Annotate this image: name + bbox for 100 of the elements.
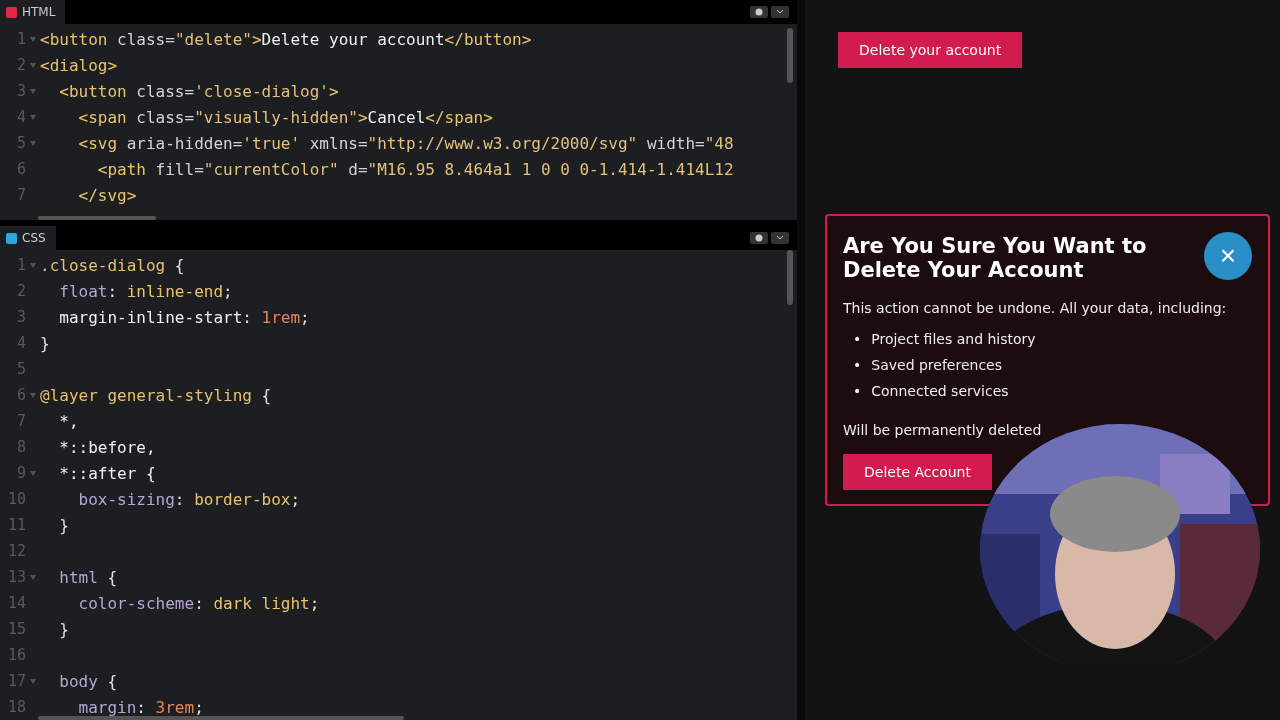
chevron-down-icon[interactable] xyxy=(771,232,789,244)
code-token: "http://www.w3.org/2000/svg" xyxy=(367,133,638,153)
dialog-title: Are You Sure You Want to Delete Your Account xyxy=(843,234,1148,282)
code-token: { xyxy=(106,567,118,587)
code-token: : xyxy=(174,489,186,509)
fold-arrow-icon[interactable] xyxy=(30,470,36,476)
code-token: 1rem xyxy=(261,307,301,327)
bullet-icon: • xyxy=(853,330,862,348)
fold-arrow-icon[interactable] xyxy=(30,114,36,120)
fold-arrow-icon[interactable] xyxy=(30,140,36,146)
list-item: Saved preferences xyxy=(871,356,1002,374)
scrollbar[interactable] xyxy=(787,28,793,83)
code-token: class= xyxy=(135,107,195,127)
code-token: "48 xyxy=(704,133,734,153)
line-number: 17 xyxy=(6,672,26,690)
line-number: 4 xyxy=(15,334,26,352)
fold-arrow-icon[interactable] xyxy=(30,392,36,398)
code-token: { xyxy=(173,255,185,275)
line-number: 1 xyxy=(15,30,26,48)
code-token: </span> xyxy=(425,107,493,127)
code-token: 'close-dialog' xyxy=(194,81,329,101)
line-number: 5 xyxy=(15,134,26,152)
code-token: d= xyxy=(347,159,368,179)
code-token: Delete your account xyxy=(261,29,445,49)
scrollbar[interactable] xyxy=(787,250,793,305)
code-token: } xyxy=(40,333,50,353)
code-token: ; xyxy=(300,307,310,327)
code-token: ; xyxy=(223,281,233,301)
code-token: margin xyxy=(77,697,137,717)
line-number: 6 xyxy=(15,386,26,404)
line-number: 12 xyxy=(6,542,26,560)
code-token: inline-end xyxy=(126,281,224,301)
editor-tab[interactable]: HTML xyxy=(0,0,66,24)
code-token: aria-hidden= xyxy=(125,133,243,153)
code-token: "M16.95 8.464a1 1 0 0 0-1.414-1.414L12 xyxy=(367,159,734,179)
fold-arrow-icon[interactable] xyxy=(30,678,36,684)
code-token: <span xyxy=(77,107,127,127)
line-number: 1 xyxy=(15,256,26,274)
fold-arrow-icon[interactable] xyxy=(30,262,36,268)
line-number: 3 xyxy=(15,82,26,100)
code-token: box-sizing xyxy=(77,489,175,509)
code-token: : xyxy=(136,697,147,717)
fold-arrow-icon[interactable] xyxy=(30,36,36,42)
line-number: 11 xyxy=(6,516,26,534)
confirm-delete-button[interactable]: Delete Account xyxy=(843,454,992,490)
chevron-down-icon[interactable] xyxy=(771,6,789,18)
line-number: 13 xyxy=(6,568,26,586)
code-token: } xyxy=(58,515,69,535)
scrollbar[interactable] xyxy=(38,216,156,220)
line-number: 18 xyxy=(6,698,26,716)
code-token: > xyxy=(357,107,368,127)
code-token: "currentColor" xyxy=(203,159,339,179)
code-token: </svg> xyxy=(77,185,137,205)
line-number: 3 xyxy=(15,308,26,326)
code-token: color-scheme xyxy=(77,593,195,613)
file-icon xyxy=(6,6,17,18)
code-token: float xyxy=(58,281,108,301)
code-token: border-box xyxy=(194,489,291,509)
fold-arrow-icon[interactable] xyxy=(30,62,36,68)
line-number: 16 xyxy=(6,646,26,664)
settings-icon[interactable] xyxy=(750,6,768,18)
fold-arrow-icon[interactable] xyxy=(30,574,36,580)
code-token: fill= xyxy=(154,159,204,179)
code-token: </button> xyxy=(444,29,532,49)
code-token: 3rem xyxy=(155,697,195,717)
code-token: } xyxy=(58,619,69,639)
fold-arrow-icon[interactable] xyxy=(30,88,36,94)
code-token: @layer general-styling xyxy=(40,385,252,405)
close-button[interactable]: × xyxy=(1204,232,1252,280)
delete-account-button[interactable]: Delete your account xyxy=(838,32,1023,68)
code-token: <button xyxy=(58,81,127,101)
code-token: > xyxy=(329,81,339,101)
dialog-text: Will be permanently deleted xyxy=(843,422,1043,438)
code-token: html xyxy=(58,567,98,587)
code-token: : xyxy=(107,281,119,301)
code-token: <svg xyxy=(77,133,118,153)
scrollbar[interactable] xyxy=(38,716,404,720)
code-token: : xyxy=(194,593,205,613)
code-token: "visually-hidden" xyxy=(194,107,358,127)
line-number: 7 xyxy=(15,186,26,204)
code-token: width= xyxy=(645,133,705,153)
code-token: "delete" xyxy=(174,29,252,49)
code-token: .close-dialog xyxy=(40,255,166,275)
code-token: <button xyxy=(40,29,108,49)
list-item: Connected services xyxy=(871,382,1009,400)
code-token: ; xyxy=(290,489,301,509)
line-number: 14 xyxy=(6,594,26,612)
code-token: : xyxy=(242,307,253,327)
code-token: *, xyxy=(58,411,79,431)
code-token: class= xyxy=(116,29,175,49)
code-token: { xyxy=(260,385,272,405)
code-token: 'true' xyxy=(242,133,301,153)
code-token: class= xyxy=(135,81,195,101)
line-number: 10 xyxy=(6,490,26,508)
code-token: margin-inline-start xyxy=(58,307,243,327)
editor-tab[interactable]: CSS xyxy=(0,226,56,250)
settings-icon[interactable] xyxy=(750,232,768,244)
code-token: *::before, xyxy=(58,437,156,457)
code-token: > xyxy=(251,29,262,49)
line-number: 6 xyxy=(15,160,26,178)
